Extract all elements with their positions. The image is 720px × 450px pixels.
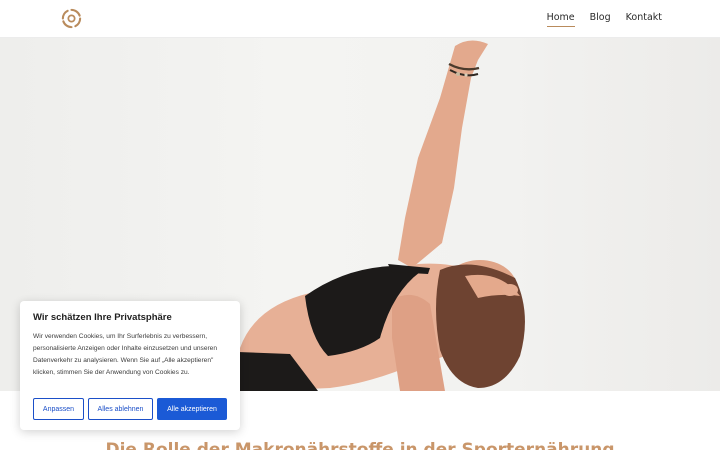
site-header: Home Blog Kontakt [0, 0, 720, 38]
cookie-consent-banner: Wir schätzen Ihre Privatsphäre Wir verwe… [20, 301, 240, 430]
cookie-banner-title: Wir schätzen Ihre Privatsphäre [33, 312, 172, 323]
cookie-banner-text: Wir verwenden Cookies, um Ihr Surferlebn… [33, 333, 218, 376]
accept-all-button[interactable]: Alle akzeptieren [157, 398, 227, 420]
reject-all-button[interactable]: Alles ablehnen [88, 398, 153, 420]
nav-item-blog[interactable]: Blog [590, 12, 611, 27]
nav-item-kontakt[interactable]: Kontakt [626, 12, 662, 27]
main-nav: Home Blog Kontakt [546, 12, 662, 27]
nav-item-home[interactable]: Home [546, 12, 575, 27]
sun-burst-logo-icon[interactable] [60, 7, 83, 30]
cookie-buttons: Anpassen Alles ablehnen Alle akzeptieren [33, 398, 227, 420]
article-title: Die Rolle der Makronährstoffe in der Spo… [105, 440, 615, 450]
customize-button[interactable]: Anpassen [33, 398, 84, 420]
